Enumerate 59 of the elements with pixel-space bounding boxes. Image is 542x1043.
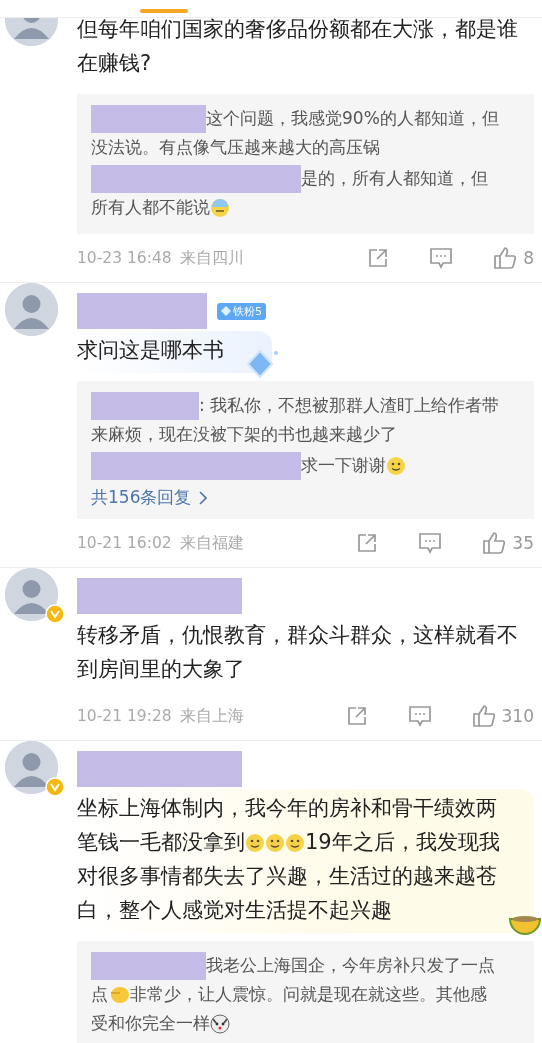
fan-badge: 铁粉5 [217,302,266,320]
comment-text: 对很多事情都失去了兴趣，生活过的越来越苍 [77,864,497,888]
comment-location: 来自上海 [179,705,244,727]
reply-text: 来麻烦，现在没被下架的书也越来越少了 [91,424,397,444]
smiley-emoji-icon [245,833,265,853]
reply-text: : 我私你，不想被那群人渣盯上给作者带 [199,395,500,415]
like-button[interactable]: 310 [471,704,534,728]
reply-button[interactable] [418,532,443,554]
comment-text: 笔钱一毛都没拿到 [77,830,245,854]
comment-text: 求问这是哪本书 [77,338,224,362]
reply-text: 非常少，让人震惊。问就是现在就这些。其他感 [130,984,487,1004]
reply-text: 所有人都不能说 [91,197,210,217]
avatar[interactable] [5,741,58,794]
tab-indicator [140,9,188,13]
like-button[interactable]: 8 [493,246,534,270]
share-icon [367,247,390,269]
reply-button[interactable] [429,247,454,269]
reply-text: 求一下谢谢 [301,455,386,475]
comment-text: 19年之后，我发现我 [305,830,500,854]
sweating-emoji-icon [210,198,230,218]
reply-button[interactable] [407,705,432,727]
comment-icon [429,247,454,269]
comment-text: 白，整个人感觉对生活提不起兴趣 [77,898,392,922]
reply-text: 点 [91,984,108,1004]
dog-emoji-icon [210,1014,230,1034]
comment-text: 坐标上海体制内，我今年的房补和骨干绩效两 [77,796,497,820]
reply-text: 受和你完全一样 [91,1013,210,1033]
like-button[interactable]: 35 [482,531,534,555]
share-icon [356,532,379,554]
comment-text: 但每年咱们国家的奢侈品份额都在大涨，都是谁 [77,17,518,41]
thumbs-up-icon [482,531,507,555]
reply-text: 没法说。有点像气压越来越大的高压锅 [91,137,380,157]
diamond-icon [221,306,231,316]
chevron-right-icon [199,490,208,505]
comment-icon [407,705,432,727]
comment-time: 10-21 16:02 [77,534,172,552]
thumbs-up-icon [471,704,496,728]
share-button[interactable] [345,705,368,727]
comment-time: 10-21 19:28 [77,707,172,725]
comment-text: 到房间里的大象了 [77,657,245,681]
smiley-emoji-icon [386,456,406,476]
share-button[interactable] [356,532,379,554]
share-button[interactable] [367,247,390,269]
reply-text: 我老公上海国企，今年房补只发了一点 [206,955,495,975]
reply-text: 这个问题，我感觉90%的人都知道，但 [206,108,499,128]
avatar[interactable] [5,283,58,336]
avatar[interactable] [5,568,58,621]
comment-location: 来自福建 [179,532,244,554]
comment-text: 在赚钱? [77,51,152,75]
share-icon [345,705,368,727]
reply-text: 是的，所有人都知道，但 [301,168,488,188]
comment-location: 来自四川 [179,247,244,269]
comment-time: 10-23 16:48 [77,249,172,267]
thumbs-up-icon [493,246,518,270]
smiley-emoji-icon [285,833,305,853]
smiley-emoji-icon [265,833,285,853]
more-replies-link[interactable]: 共156条回复 [91,486,208,509]
comment-text: 转移矛盾，仇恨教育，群众斗群众，这样就看不 [77,623,518,647]
comment-icon [418,532,443,554]
